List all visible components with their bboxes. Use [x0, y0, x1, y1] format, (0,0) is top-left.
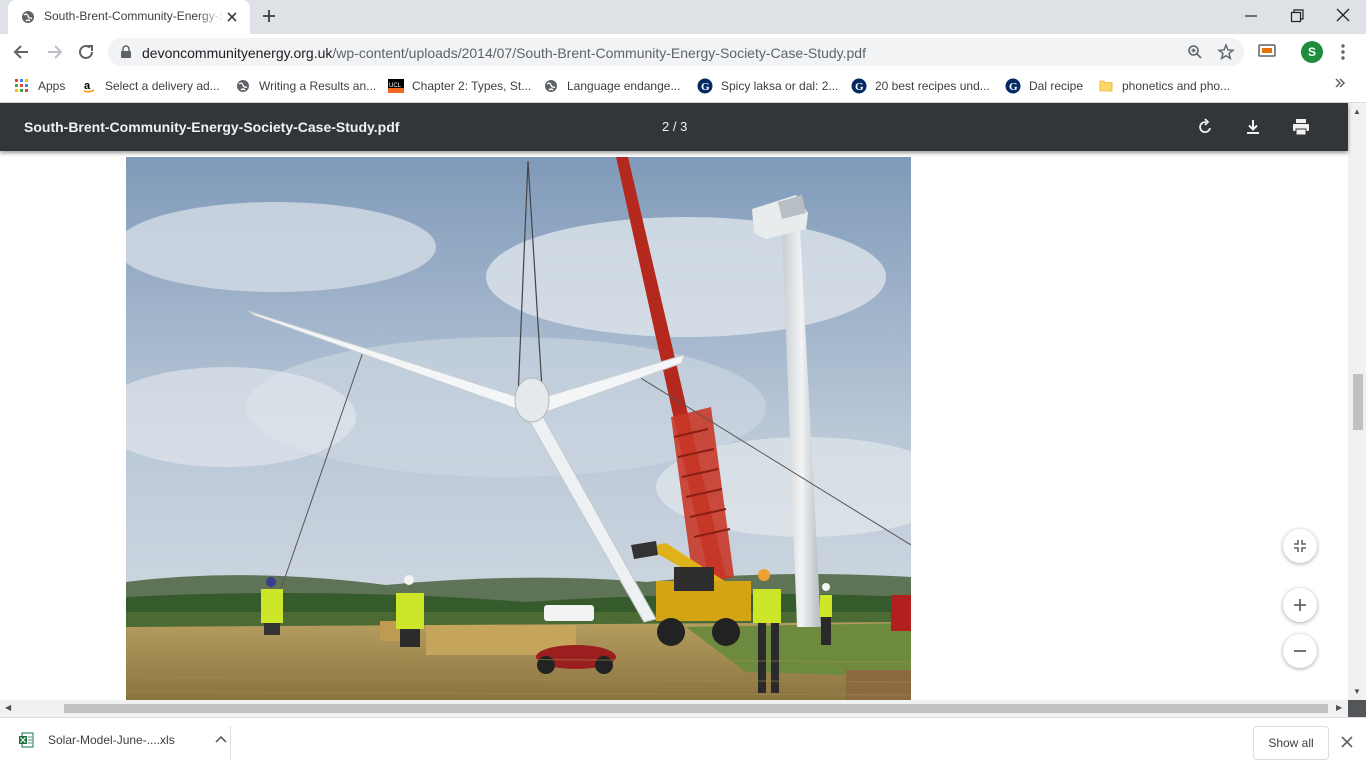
guardian-icon: G — [697, 78, 713, 94]
wind-turbine-photo — [126, 157, 911, 700]
fit-page-button[interactable] — [1283, 529, 1317, 563]
bookmark-item[interactable]: UCL Chapter 2: Types, St... — [388, 76, 531, 96]
zoom-in-button[interactable] — [1283, 588, 1317, 622]
minus-icon — [1294, 650, 1306, 652]
downloads-bar: Solar-Model-June-....xls Show all — [0, 717, 1366, 769]
minimize-icon[interactable] — [1244, 6, 1258, 31]
page-indicator[interactable]: 2 / 3 — [662, 119, 687, 134]
bookmark-label: phonetics and pho... — [1122, 79, 1231, 93]
close-tab-icon[interactable] — [226, 10, 238, 28]
print-icon[interactable] — [1291, 117, 1311, 142]
menu-kebab-icon[interactable] — [1340, 43, 1346, 66]
bookmark-label: Spicy laksa or dal: 2... — [721, 79, 839, 93]
tab-active[interactable]: South-Brent-Community-Energy-Society-Cas… — [8, 0, 250, 34]
bookmark-label: Language endange... — [567, 79, 681, 93]
address-bar[interactable]: devoncommunityenergy.org.uk/wp-content/u… — [108, 38, 1244, 66]
globe-icon — [543, 78, 559, 94]
bookmark-item[interactable]: G 20 best recipes und... — [851, 76, 990, 96]
pdf-viewport[interactable] — [0, 151, 1348, 700]
forward-arrow-icon[interactable] — [44, 42, 64, 67]
back-arrow-icon[interactable] — [12, 42, 32, 67]
globe-icon — [235, 78, 251, 94]
url-path: /wp-content/uploads/2014/07/South-Brent-… — [332, 45, 866, 61]
url-text[interactable]: devoncommunityenergy.org.uk/wp-content/u… — [142, 45, 866, 61]
bookmark-label: Select a delivery ad... — [105, 79, 220, 93]
guardian-icon: G — [1005, 78, 1021, 94]
bookmark-apps[interactable]: Apps — [14, 76, 65, 96]
scroll-left-arrow-icon[interactable]: ◀ — [5, 703, 11, 712]
horizontal-scrollbar[interactable]: ◀ ▶ — [0, 700, 1348, 717]
new-tab-icon[interactable] — [261, 8, 277, 29]
excel-file-icon — [18, 732, 34, 748]
bookmark-item[interactable]: Writing a Results an... — [235, 76, 376, 96]
svg-text:G: G — [701, 81, 710, 93]
scroll-up-arrow-icon[interactable]: ▲ — [1353, 107, 1361, 116]
download-filename: Solar-Model-June-....xls — [48, 733, 175, 747]
bookmark-item[interactable]: G Spicy laksa or dal: 2... — [697, 76, 838, 96]
globe-icon — [21, 10, 35, 29]
url-domain: devoncommunityenergy.org.uk — [142, 45, 333, 61]
bookmark-label: Chapter 2: Types, St... — [412, 79, 532, 93]
bookmark-item[interactable]: Language endange... — [543, 76, 680, 96]
cast-icon[interactable] — [1258, 43, 1276, 64]
show-all-button[interactable]: Show all — [1253, 726, 1329, 760]
svg-text:a: a — [84, 80, 91, 92]
fit-to-page-icon — [1294, 540, 1306, 552]
tab-strip: South-Brent-Community-Energy-Society-Cas… — [0, 0, 1366, 34]
download-icon[interactable] — [1243, 117, 1263, 142]
close-window-icon[interactable] — [1336, 6, 1350, 31]
bookmark-item[interactable]: a Select a delivery ad... — [81, 76, 220, 96]
vertical-scroll-thumb[interactable] — [1353, 374, 1363, 430]
bookmark-folder[interactable]: phonetics and pho... — [1098, 76, 1230, 96]
tab-title: South-Brent-Community-Energy-Society-Cas… — [44, 9, 224, 23]
pdf-toolbar: South-Brent-Community-Energy-Society-Cas… — [0, 103, 1348, 151]
divider — [230, 726, 231, 760]
scroll-down-arrow-icon[interactable]: ▼ — [1353, 687, 1361, 696]
svg-text:UCL: UCL — [389, 83, 402, 89]
chevron-up-icon[interactable] — [215, 735, 227, 745]
bookmarks-bar: Apps a Select a delivery ad... Writing a… — [0, 70, 1366, 103]
bookmark-star-icon[interactable] — [1217, 43, 1235, 66]
svg-text:G: G — [855, 81, 864, 93]
lock-icon[interactable] — [120, 45, 132, 64]
svg-text:G: G — [1009, 81, 1018, 93]
horizontal-scroll-thumb[interactable] — [64, 704, 1328, 713]
pdf-filename: South-Brent-Community-Energy-Society-Cas… — [24, 119, 400, 135]
bookmark-label: 20 best recipes und... — [875, 79, 990, 93]
zoom-out-button[interactable] — [1283, 634, 1317, 668]
bookmarks-overflow-chevron-icon[interactable] — [1334, 76, 1346, 93]
reload-icon[interactable] — [76, 42, 96, 67]
profile-avatar[interactable]: S — [1301, 41, 1323, 63]
apps-grid-icon — [14, 78, 30, 94]
bookmark-label: Writing a Results an... — [259, 79, 377, 93]
ucl-icon: UCL — [388, 78, 404, 94]
bookmark-item[interactable]: G Dal recipe — [1005, 76, 1083, 96]
zoom-icon[interactable] — [1187, 44, 1203, 65]
vertical-scrollbar[interactable]: ▲ ▼ — [1348, 103, 1366, 700]
guardian-icon: G — [851, 78, 867, 94]
amazon-icon: a — [81, 78, 97, 94]
download-item[interactable]: Solar-Model-June-....xls — [18, 732, 227, 748]
close-downloads-icon[interactable] — [1341, 735, 1353, 753]
bookmark-label: Apps — [38, 79, 66, 93]
rotate-icon[interactable] — [1195, 117, 1215, 142]
scroll-right-arrow-icon[interactable]: ▶ — [1336, 703, 1342, 712]
bookmark-label: Dal recipe — [1029, 79, 1084, 93]
plus-icon — [1294, 599, 1306, 611]
restore-icon[interactable] — [1290, 6, 1304, 31]
folder-icon — [1098, 78, 1114, 94]
